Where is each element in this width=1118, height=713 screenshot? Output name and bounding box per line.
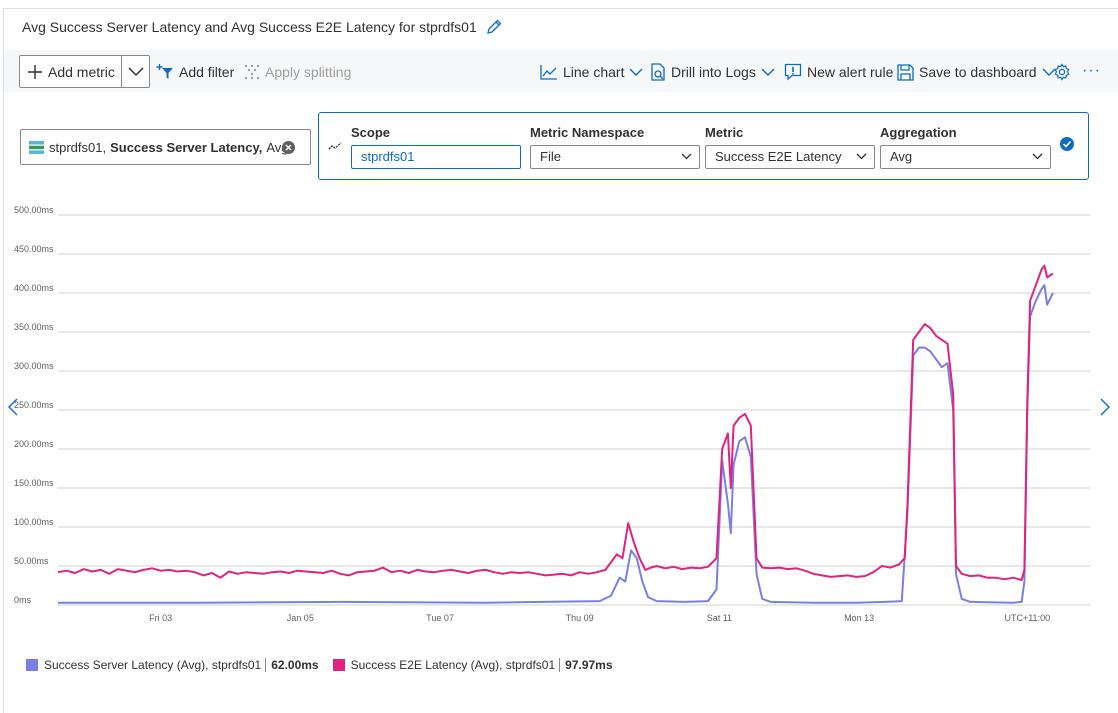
y-tick-label: 100.00ms [14,517,54,527]
x-tick-label: UTC+11:00 [1004,613,1050,623]
add-metric-button[interactable]: Add metric [20,56,123,87]
chevron-down-icon [128,66,144,76]
y-tick-label: 200.00ms [14,439,54,449]
chart-title-row: Avg Success Server Latency and Avg Succe… [22,17,503,37]
gear-icon [1054,63,1070,81]
scope-field: Scope stprdfs01 [351,125,521,169]
legend-label-server: Success Server Latency (Avg), stprdfs01 [44,658,262,672]
chevron-left-icon[interactable] [8,398,18,416]
chevron-down-icon [761,68,775,76]
latency-line-chart: 0ms 50.00ms 100.00ms 150.00ms 200.00ms 250.00… [14,205,1090,623]
y-tick-label: 400.00ms [14,283,54,293]
y-tick-label: 450.00ms [14,244,54,254]
line-chart-icon [540,65,557,80]
x-tick-label: Fri 03 [149,613,172,623]
y-tick-label: 0ms [14,595,32,605]
chevron-down-icon [629,68,643,76]
pill-resource: stprdfs01, [49,139,107,155]
legend-item-e2e[interactable]: Success E2E Latency (Avg), stprdfs01 97.… [332,658,613,672]
x-tick-label: Tue 07 [426,613,454,623]
pencil-icon[interactable] [485,18,503,36]
logs-icon [651,63,665,81]
line-chart-button[interactable]: Line chart [540,62,643,82]
new-alert-rule-button[interactable]: New alert rule [784,62,893,82]
aggregation-field: Aggregation Avg [880,125,1051,169]
legend-swatch-e2e [332,659,345,671]
metrics-toolbar: Add metric Add filter Apply splitting Li… [4,50,1118,92]
chart-legend: Success Server Latency (Avg), stprdfs01 … [26,658,627,672]
pill-metric: Success Server Latency, [110,139,263,155]
y-tick-label: 300.00ms [14,361,54,371]
x-tick-label: Thu 09 [566,613,594,623]
remove-metric-icon[interactable] [282,141,295,154]
line-chart-label: Line chart [563,64,625,80]
metric-field: Metric Success E2E Latency [705,125,875,169]
chevron-down-icon [1032,153,1043,160]
legend-swatch-server [26,659,38,671]
aggregation-value: Avg [890,149,913,164]
new-alert-rule-label: New alert rule [807,64,894,80]
add-metric-label: Add metric [48,63,115,80]
save-to-dashboard-button[interactable]: Save to dashboard [897,62,1056,82]
legend-item-server[interactable]: Success Server Latency (Avg), stprdfs01 … [26,658,319,672]
series-line-e2e-latency[interactable] [57,264,1054,581]
drill-into-logs-label: Drill into Logs [671,64,756,80]
confirm-check-icon[interactable] [1060,137,1074,151]
plus-icon [28,64,42,79]
namespace-select[interactable]: File [530,145,700,169]
namespace-value: File [540,149,561,164]
metric-label: Metric [705,125,744,140]
chart-title: Avg Success Server Latency and Avg Succe… [22,19,477,35]
metric-value: Success E2E Latency [715,149,842,164]
metric-pill[interactable]: stprdfs01, Success Server Latency, Avg [20,129,311,165]
add-filter-label: Add filter [179,64,235,80]
namespace-label: Metric Namespace [530,125,645,140]
aggregation-select[interactable]: Avg [880,145,1051,169]
alert-icon [784,63,802,81]
save-to-dashboard-label: Save to dashboard [919,64,1037,80]
apply-splitting-button[interactable]: Apply splitting [244,62,351,82]
metric-select[interactable]: Success E2E Latency [705,145,875,169]
aggregation-label: Aggregation [880,125,957,140]
storage-account-icon [29,140,44,154]
add-metric-dropdown[interactable] [122,56,149,87]
x-tick-label: Mon 13 [844,613,874,623]
sparkline-icon [328,142,342,150]
y-tick-label: 150.00ms [14,478,54,488]
filter-plus-icon [156,64,173,79]
more-options-button[interactable]: ··· [1082,62,1101,80]
x-tick-label: Jan 05 [287,613,314,623]
y-tick-label: 500.00ms [14,205,54,215]
chevron-down-icon [681,153,692,160]
scope-input[interactable]: stprdfs01 [351,145,521,169]
save-icon [897,63,914,81]
y-tick-label: 350.00ms [14,322,54,332]
series-line-server-latency[interactable] [58,284,1054,604]
settings-button[interactable] [1053,62,1071,82]
namespace-field: Metric Namespace File [530,125,700,169]
legend-label-e2e: Success E2E Latency (Avg), stprdfs01 [350,658,556,672]
y-tick-label: 50.00ms [14,556,49,566]
legend-value-e2e: 97.97ms [559,658,613,672]
add-metric-split-button: Add metric [19,55,150,88]
scope-label: Scope [351,125,391,140]
x-tick-label: Sat 11 [707,613,732,623]
drill-into-logs-button[interactable]: Drill into Logs [650,62,775,82]
splitting-icon [244,64,260,80]
y-tick-label: 250.00ms [14,400,54,410]
add-filter-button[interactable]: Add filter [156,62,234,82]
legend-value-server: 62.00ms [265,658,319,672]
metric-editor: Scope stprdfs01 Metric Namespace File Me… [318,112,1089,180]
apply-splitting-label: Apply splitting [265,64,352,80]
chevron-down-icon [856,153,867,160]
chevron-right-icon[interactable] [1100,398,1110,416]
